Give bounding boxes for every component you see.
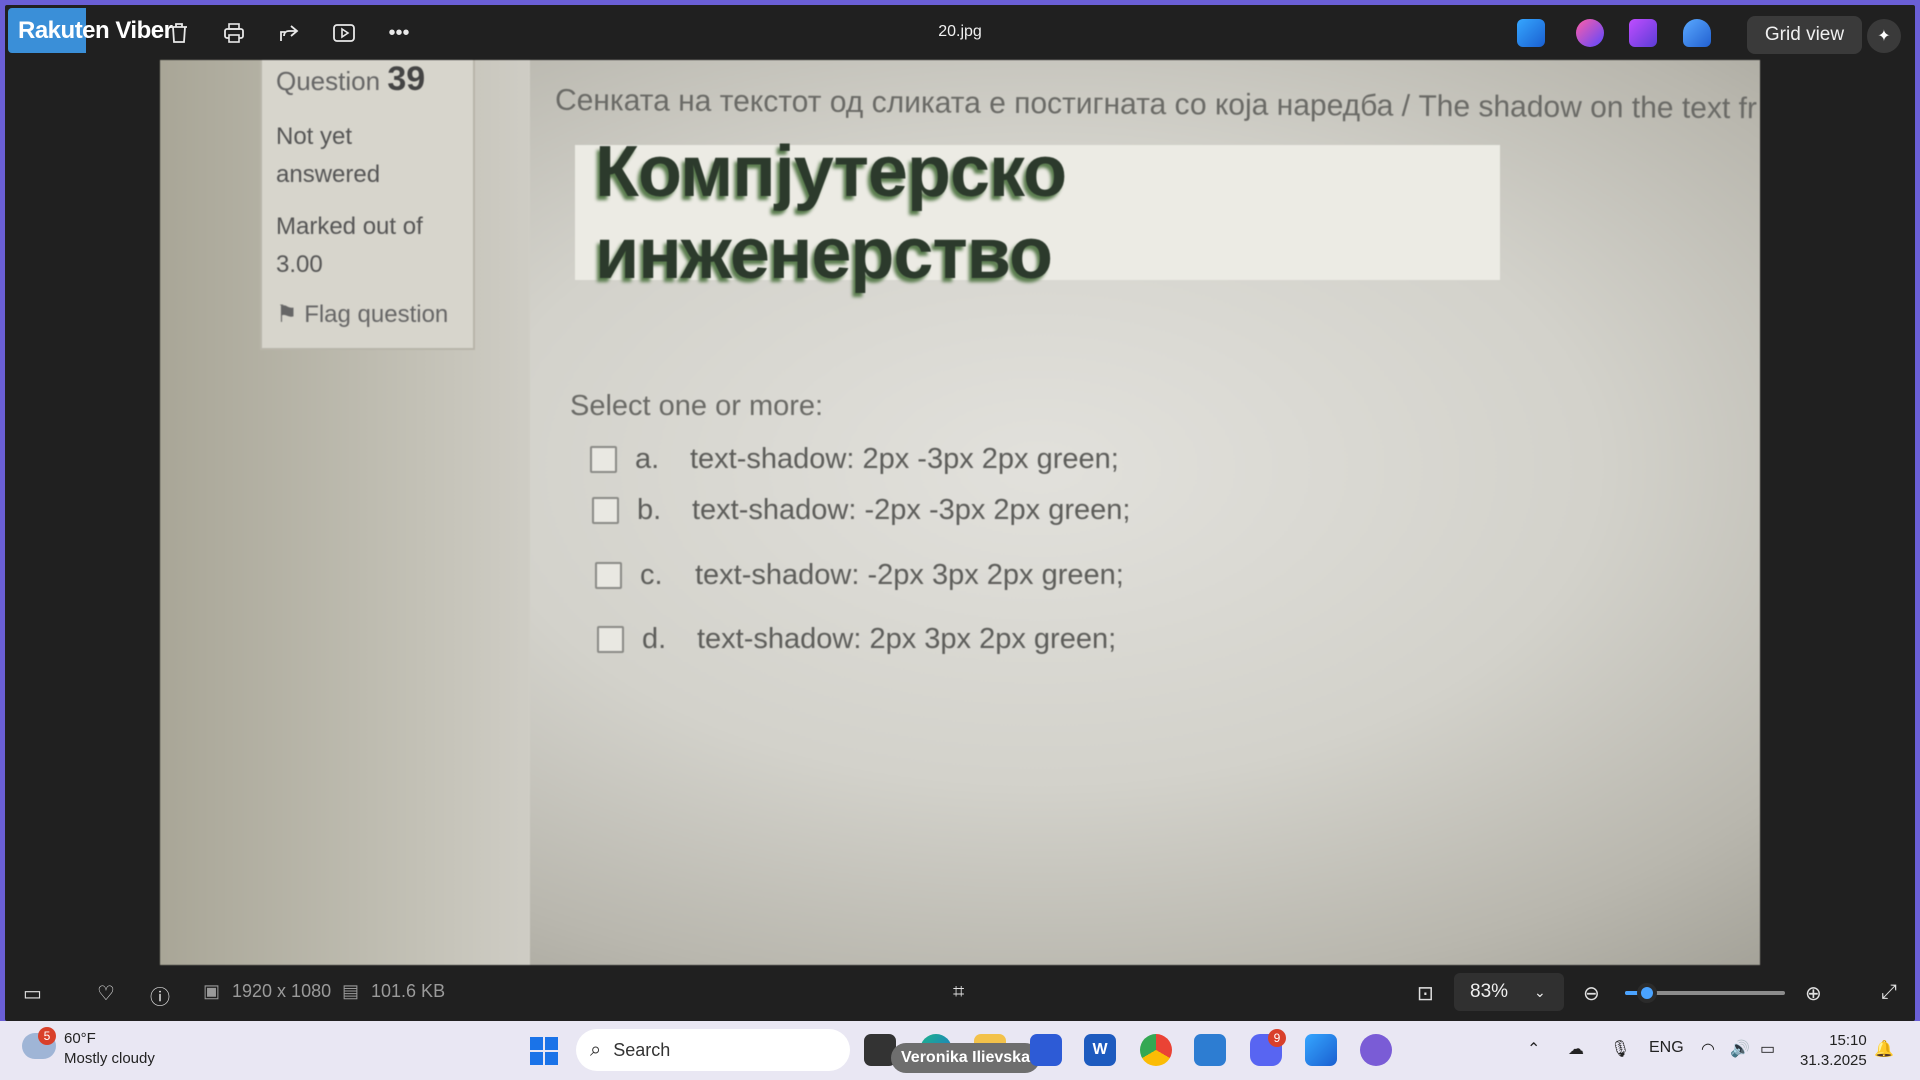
question-text: Сенката на текстот од сликата е постигна… xyxy=(554,83,1758,126)
notification-icon[interactable]: 🔔 xyxy=(1874,1039,1894,1059)
option-checkbox xyxy=(597,626,624,653)
fullscreen-icon[interactable]: ⤢ xyxy=(1881,981,1897,1004)
onedrive-tray-icon[interactable]: ☁ xyxy=(1568,1039,1584,1059)
actual-size-icon[interactable]: ⊡ xyxy=(1417,981,1434,1006)
option-checkbox xyxy=(590,446,617,473)
taskbar: 5 60°F Mostly cloudy ⌕ Search Veronika I… xyxy=(0,1021,1920,1080)
store-icon[interactable] xyxy=(1030,1034,1062,1066)
photo-viewer: Question 39 Not yet answered Marked out … xyxy=(160,60,1760,965)
question-info-panel: Question 39 Not yet answered Marked out … xyxy=(260,60,475,350)
question-mark: Marked out of 3.00 xyxy=(276,213,423,278)
weather-description[interactable]: Mostly cloudy xyxy=(64,1050,155,1067)
title-image-box: Компјутерско инженерство xyxy=(575,132,1500,294)
battery-icon[interactable]: ▭ xyxy=(1760,1039,1775,1059)
option-c: c. text-shadow: -2px 3px 2px green; xyxy=(595,559,1124,592)
chrome-icon[interactable] xyxy=(1140,1034,1172,1066)
grid-view-button[interactable]: Grid view xyxy=(1747,16,1862,54)
option-checkbox xyxy=(595,562,622,589)
clipchamp-icon[interactable] xyxy=(1629,19,1657,47)
language-indicator[interactable]: ENG xyxy=(1649,1039,1684,1057)
filmstrip-icon[interactable]: ▭ xyxy=(23,981,42,1006)
weather-badge: 5 xyxy=(38,1027,56,1045)
dimensions-icon: ▣ xyxy=(203,981,221,1001)
favorite-icon[interactable]: ♡ xyxy=(97,981,115,1006)
search-icon: ⌕ xyxy=(590,1038,602,1061)
question-status: Not yet answered xyxy=(276,123,381,188)
flag-icon: ⚑ xyxy=(276,301,305,328)
zoom-slider-thumb[interactable] xyxy=(1637,983,1658,1003)
microphone-icon[interactable]: 🎙 xyxy=(1610,1039,1630,1059)
top-toolbar: Rakuten Viber ••• 20.jpg Grid view ✦ xyxy=(5,5,1915,61)
pin-icon[interactable]: ✦ xyxy=(1867,19,1901,53)
option-checkbox xyxy=(592,497,619,524)
edit-photo-icon[interactable] xyxy=(1517,19,1545,47)
visual-search-icon[interactable]: ⌗ xyxy=(953,981,964,1004)
save-icon: ▤ xyxy=(342,981,360,1001)
discord-badge: 9 xyxy=(1268,1029,1286,1047)
taskbar-search[interactable]: ⌕ Search xyxy=(576,1029,850,1071)
start-button[interactable] xyxy=(530,1037,558,1065)
select-label: Select one or more: xyxy=(570,390,824,422)
question-number: Question 39 xyxy=(276,60,426,98)
option-d: d. text-shadow: 2px 3px 2px green; xyxy=(597,623,1116,656)
wifi-icon[interactable]: ◠ xyxy=(1701,1039,1715,1059)
chevron-down-icon: ⌄ xyxy=(1534,983,1546,1000)
onedrive-icon[interactable] xyxy=(1683,19,1711,47)
viber-icon[interactable] xyxy=(1360,1034,1392,1066)
zoom-slider[interactable] xyxy=(1625,983,1785,1003)
copilot-icon[interactable] xyxy=(1576,19,1604,47)
zoom-in-icon[interactable]: ⊕ xyxy=(1805,981,1822,1006)
vscode-icon[interactable] xyxy=(1194,1034,1226,1066)
photos-app-window: Rakuten Viber ••• 20.jpg Grid view ✦ Que… xyxy=(5,5,1915,1021)
bottom-bar: ▭ ♡ ⓘ ▣ 1920 x 1080 ▤ 101.6 KB ⌗ ⊡ 83% ⌄… xyxy=(5,965,1915,1021)
taskbar-tooltip: Veronika Ilievska xyxy=(891,1043,1040,1073)
file-size: ▤ 101.6 KB xyxy=(342,981,446,1001)
image-dimensions: ▣ 1920 x 1080 xyxy=(203,981,332,1001)
flag-question: ⚑ Flag question xyxy=(276,301,449,328)
option-a: a. text-shadow: 2px -3px 2px green; xyxy=(590,443,1119,476)
word-icon[interactable]: W xyxy=(1084,1034,1116,1066)
info-icon[interactable]: ⓘ xyxy=(150,981,170,1010)
photos-icon[interactable] xyxy=(1305,1034,1337,1066)
chevron-up-icon[interactable]: ⌃ xyxy=(1527,1039,1540,1059)
zoom-out-icon[interactable]: ⊖ xyxy=(1583,981,1600,1006)
volume-icon[interactable]: 🔊 xyxy=(1730,1039,1750,1059)
zoom-dropdown[interactable]: 83% ⌄ xyxy=(1454,973,1564,1011)
weather-temperature[interactable]: 60°F xyxy=(64,1030,96,1047)
clock[interactable]: 15:10 31.3.2025 xyxy=(1800,1031,1867,1071)
title-image-text: Компјутерско инженерство xyxy=(595,131,1067,294)
option-b: b. text-shadow: -2px -3px 2px green; xyxy=(592,494,1130,527)
